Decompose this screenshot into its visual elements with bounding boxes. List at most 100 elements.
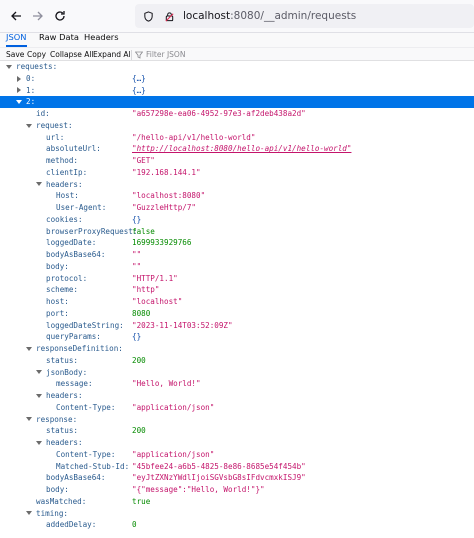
tree-value[interactable]: "http://localhost:8080/hello-api/v1/hell… — [132, 143, 351, 155]
tree-value: "application/json" — [132, 402, 215, 412]
tree-key: response: — [36, 414, 78, 424]
shield-icon[interactable] — [143, 10, 154, 22]
tree-row[interactable]: protocol: "HTTP/1.1" — [0, 273, 474, 285]
tree-row[interactable]: message: "Hello, World!" — [0, 378, 474, 390]
tree-value: false — [132, 226, 155, 236]
expand-triangle-icon[interactable] — [35, 390, 43, 402]
url-text: localhost:8080/__admin/requests — [183, 10, 356, 22]
copy-button[interactable]: Copy — [27, 49, 46, 60]
tree-row[interactable]: Content-Type: "application/json" — [0, 402, 474, 414]
expand-triangle-icon[interactable] — [25, 343, 33, 355]
tree-value: 8080 — [132, 308, 151, 318]
tree-row[interactable]: requests: — [0, 61, 474, 73]
tree-row[interactable]: scheme: "http" — [0, 284, 474, 296]
tree-key: body: — [46, 261, 69, 271]
tree-row[interactable]: body: "{"message":"Hello, World!"}" — [0, 484, 474, 496]
forward-button[interactable] — [27, 6, 49, 26]
tree-row[interactable]: 2: — [0, 96, 474, 108]
tree-key: responseDefinition: — [36, 344, 123, 353]
tree-key: Matched-Stub-Id: — [56, 461, 130, 471]
tree-row[interactable]: 1: {…} — [0, 85, 474, 97]
tree-row[interactable]: headers: — [0, 179, 474, 191]
tree-row[interactable]: bodyAsBase64: "" — [0, 249, 474, 261]
expand-all-button[interactable]: Expand All — [93, 49, 133, 60]
tree-value: "" — [132, 250, 142, 259]
tree-row[interactable]: request: — [0, 120, 474, 132]
tree-key: 2: — [26, 97, 36, 107]
tree-row[interactable]: method: "GET" — [0, 155, 474, 167]
expand-triangle-icon[interactable] — [5, 61, 13, 73]
expand-triangle-icon[interactable] — [35, 437, 43, 449]
expand-triangle-icon[interactable] — [25, 120, 33, 132]
arrow-right-icon — [33, 11, 43, 21]
tree-row[interactable]: host: "localhost" — [0, 296, 474, 308]
expand-triangle-icon[interactable] — [15, 96, 23, 108]
tree-row[interactable]: port: 8080 — [0, 308, 474, 320]
tree-value: "192.168.144.1" — [132, 167, 201, 177]
tree-row[interactable]: responseDefinition: — [0, 343, 474, 355]
tree-row[interactable]: timing: — [0, 508, 474, 520]
tree-row[interactable]: jsonBody: — [0, 367, 474, 379]
tree-row[interactable]: status: 200 — [0, 355, 474, 367]
collapse-triangle-icon[interactable] — [15, 85, 23, 97]
expand-triangle-icon[interactable] — [25, 508, 33, 520]
expand-triangle-icon[interactable] — [35, 179, 43, 191]
collapse-triangle-icon[interactable] — [15, 73, 23, 85]
tree-row[interactable]: clientIp: "192.168.144.1" — [0, 167, 474, 179]
tree-row[interactable]: Matched-Stub-Id: "45bfee24-a6b5-4825-8e86… — [0, 461, 474, 473]
page-info-icon[interactable] — [164, 11, 175, 22]
tree-row[interactable]: bodyAsBase64: "eyJtZXNzYWdlIjoiSGVsbG8sIF… — [0, 472, 474, 484]
tree-row[interactable]: Content-Type: "application/json" — [0, 449, 474, 461]
tree-key: 0: — [26, 73, 36, 83]
tree-value: "" — [132, 261, 142, 271]
tree-value: true — [132, 496, 151, 506]
url-path: :8080/__admin/requests — [230, 10, 357, 22]
expand-triangle-icon[interactable] — [25, 414, 33, 426]
tree-key: Host: — [56, 191, 79, 201]
json-tree: requests: 0: {…} 1: {…} 2: id: "a657298e-ea06-4… — [0, 61, 474, 531]
tree-row[interactable]: url: "/hello-api/v1/hello-world" — [0, 132, 474, 144]
tree-key: bodyAsBase64: — [46, 250, 106, 259]
tree-row[interactable]: cookies: {} — [0, 214, 474, 226]
back-button[interactable] — [5, 6, 27, 26]
tree-value: "localhost" — [132, 297, 183, 306]
tree-row[interactable]: response: — [0, 414, 474, 426]
expand-triangle-icon[interactable] — [35, 367, 43, 379]
tree-key: User-Agent: — [56, 203, 107, 212]
tab-raw-data[interactable]: Raw Data — [39, 33, 79, 47]
tree-row[interactable]: status: 200 — [0, 425, 474, 437]
tree-value: 0 — [132, 520, 137, 530]
tree-key: loggedDateString: — [46, 320, 124, 330]
tree-row[interactable]: addedDelay: 0 — [0, 519, 474, 531]
viewer-tabs: JSON Raw Data Headers — [0, 33, 474, 47]
tree-key: absoluteUrl: — [46, 144, 101, 154]
tree-value: {…} — [132, 73, 146, 83]
tree-value: "a657298e-ea06-4952-97e3-af2deb438a2d" — [132, 109, 306, 118]
address-bar[interactable]: localhost:8080/__admin/requests — [135, 4, 474, 28]
tree-row[interactable]: queryParams: {} — [0, 331, 474, 343]
tree-key: host: — [46, 297, 69, 306]
tree-row[interactable]: headers: — [0, 390, 474, 402]
tree-row[interactable]: id: "a657298e-ea06-4952-97e3-af2deb438a2d… — [0, 108, 474, 120]
tree-row[interactable]: body: "" — [0, 261, 474, 273]
tree-key: clientIp: — [46, 167, 88, 177]
tree-row[interactable]: absoluteUrl: "http://localhost:8080/hello… — [0, 143, 474, 155]
tree-row[interactable]: 0: {…} — [0, 73, 474, 85]
tree-row[interactable]: headers: — [0, 437, 474, 449]
filter-icon — [135, 51, 143, 59]
tab-json[interactable]: JSON — [6, 33, 27, 47]
collapse-all-button[interactable]: Collapse All — [50, 49, 94, 60]
tree-row[interactable]: loggedDate: 1699933929766 — [0, 237, 474, 249]
url-host: localhost — [183, 10, 231, 22]
tree-row[interactable]: User-Agent: "GuzzleHttp/7" — [0, 202, 474, 214]
filter-json-input[interactable] — [146, 50, 216, 59]
tree-key: message: — [56, 379, 93, 389]
reload-button[interactable] — [49, 6, 71, 26]
save-button[interactable]: Save — [6, 49, 24, 60]
tree-row[interactable]: wasMatched: true — [0, 496, 474, 508]
tab-headers[interactable]: Headers — [84, 33, 119, 47]
tree-row[interactable]: loggedDateString: "2023-11-14T03:52:09Z" — [0, 320, 474, 332]
tree-row[interactable]: browserProxyRequest: false — [0, 226, 474, 238]
tree-value: "GuzzleHttp/7" — [132, 203, 197, 212]
tree-row[interactable]: Host: "localhost:8080" — [0, 190, 474, 202]
